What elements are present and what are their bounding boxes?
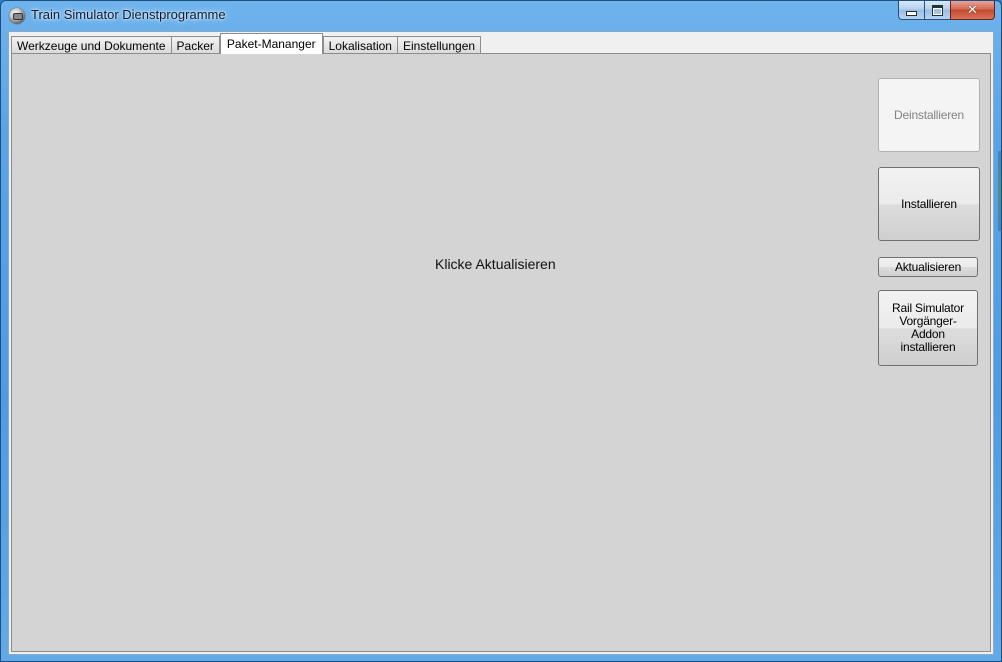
install-button[interactable]: Installieren <box>878 167 980 241</box>
legacy-label-line1: Rail Simulator <box>892 301 964 315</box>
main-window: Train Simulator Dienstprogramme ✕ Werkze… <box>0 0 1002 662</box>
install-legacy-addon-button[interactable]: Rail Simulator Vorgänger-Addon installie… <box>878 290 978 366</box>
train-simulator-icon[interactable] <box>9 8 25 24</box>
title-bar[interactable]: Train Simulator Dienstprogramme ✕ <box>1 1 1001 31</box>
maximize-button[interactable] <box>924 1 950 20</box>
tab-lokalisation[interactable]: Lokalisation <box>322 36 398 54</box>
client-area: Werkzeuge und Dokumente Packer Paket-Man… <box>8 31 994 655</box>
empty-list-message: Klicke Aktualisieren <box>435 256 556 272</box>
desktop-background-edge <box>998 151 1001 231</box>
tab-einstellungen[interactable]: Einstellungen <box>396 36 482 54</box>
package-manager-panel: Klicke Aktualisieren Deinstallieren Inst… <box>11 53 991 652</box>
uninstall-button[interactable]: Deinstallieren <box>878 78 980 152</box>
window-title: Train Simulator Dienstprogramme <box>31 7 226 22</box>
minimize-button[interactable] <box>898 1 924 20</box>
tab-paket-manager[interactable]: Paket-Mananger <box>219 33 323 54</box>
close-button[interactable]: ✕ <box>950 1 995 20</box>
tab-strip: Werkzeuge und Dokumente Packer Paket-Man… <box>11 33 482 54</box>
maximize-icon <box>932 4 943 16</box>
tab-werkzeuge-und-dokumente[interactable]: Werkzeuge und Dokumente <box>11 36 172 54</box>
legacy-label-line3: installieren <box>900 340 956 354</box>
window-controls: ✕ <box>898 1 995 21</box>
legacy-button-label: Rail Simulator Vorgänger-Addon installie… <box>883 302 973 354</box>
legacy-label-line2: Vorgänger-Addon <box>899 314 957 341</box>
close-icon: ✕ <box>967 2 978 18</box>
minimize-icon <box>906 10 917 16</box>
refresh-button[interactable]: Aktualisieren <box>878 257 978 277</box>
tab-packer[interactable]: Packer <box>170 36 220 54</box>
